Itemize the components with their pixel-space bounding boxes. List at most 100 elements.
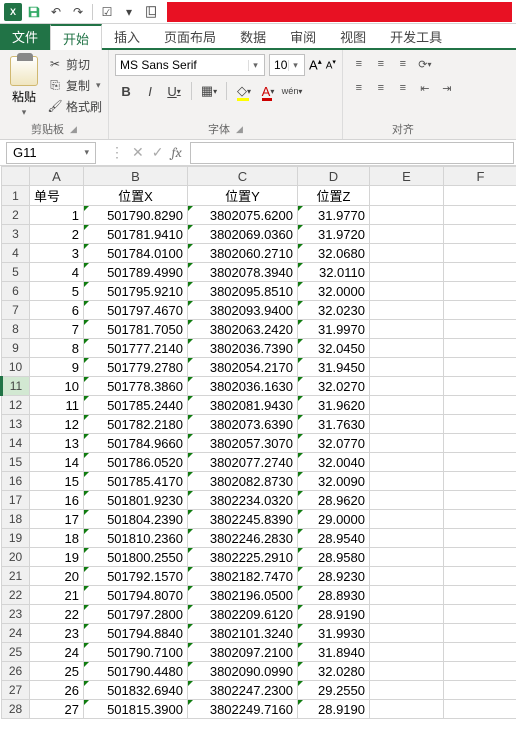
cell[interactable]: 501804.2390: [84, 510, 188, 529]
customize-qat-icon[interactable]: ▾: [119, 2, 139, 22]
cell[interactable]: 3802097.2100: [188, 643, 298, 662]
enter-icon[interactable]: ✓: [152, 144, 164, 161]
cell[interactable]: 28.8930: [298, 586, 370, 605]
row-header[interactable]: 22: [2, 586, 30, 605]
cell[interactable]: 501782.2180: [84, 415, 188, 434]
cell[interactable]: 501800.2550: [84, 548, 188, 567]
cell[interactable]: [444, 415, 516, 434]
italic-button[interactable]: I: [139, 80, 161, 102]
cell[interactable]: [444, 548, 516, 567]
paste-button[interactable]: 粘贴 ▾: [6, 54, 42, 121]
cell[interactable]: 14: [30, 453, 84, 472]
tab-layout[interactable]: 页面布局: [152, 24, 228, 48]
cell[interactable]: 3802247.2300: [188, 681, 298, 700]
cell[interactable]: 3802054.2170: [188, 358, 298, 377]
cell[interactable]: 3802225.2910: [188, 548, 298, 567]
row-header[interactable]: 17: [2, 491, 30, 510]
fill-color-button[interactable]: ◇▾: [233, 80, 255, 102]
cell[interactable]: 28.9540: [298, 529, 370, 548]
row-header[interactable]: 1: [2, 186, 30, 206]
cell[interactable]: 501797.4670: [84, 301, 188, 320]
align-center-button[interactable]: ≡: [371, 78, 391, 98]
font-size-select[interactable]: 10▾: [269, 54, 305, 76]
cell[interactable]: 31.9930: [298, 624, 370, 643]
cell[interactable]: 32.0280: [298, 662, 370, 681]
cell[interactable]: [370, 453, 444, 472]
fx-icon[interactable]: fx: [171, 144, 181, 161]
cell[interactable]: 9: [30, 358, 84, 377]
tab-review[interactable]: 审阅: [278, 24, 328, 48]
cell[interactable]: [444, 396, 516, 415]
cell[interactable]: [444, 434, 516, 453]
cell[interactable]: 29.2550: [298, 681, 370, 700]
cell[interactable]: 6: [30, 301, 84, 320]
cell[interactable]: 501785.2440: [84, 396, 188, 415]
cell[interactable]: [370, 434, 444, 453]
cell[interactable]: 501794.8070: [84, 586, 188, 605]
clipboard-dialog-launcher[interactable]: ◢: [70, 124, 77, 135]
cell[interactable]: [444, 301, 516, 320]
tab-home[interactable]: 开始: [50, 24, 102, 50]
cell[interactable]: 3802075.6200: [188, 206, 298, 225]
row-header[interactable]: 16: [2, 472, 30, 491]
align-left-button[interactable]: ≡: [349, 78, 369, 98]
cell[interactable]: 31.9970: [298, 320, 370, 339]
cell[interactable]: [444, 320, 516, 339]
cell[interactable]: 3802060.2710: [188, 244, 298, 263]
cell[interactable]: [370, 263, 444, 282]
cell[interactable]: [444, 605, 516, 624]
name-box[interactable]: G11▾: [6, 142, 96, 164]
row-header[interactable]: 4: [2, 244, 30, 263]
col-header-a[interactable]: A: [30, 167, 84, 186]
cell[interactable]: [370, 491, 444, 510]
align-middle-button[interactable]: ≡: [371, 54, 391, 74]
cell[interactable]: 1: [30, 206, 84, 225]
cell[interactable]: 501778.3860: [84, 377, 188, 396]
cell[interactable]: 3802246.2830: [188, 529, 298, 548]
cell[interactable]: 501790.8290: [84, 206, 188, 225]
row-header[interactable]: 10: [2, 358, 30, 377]
row-header[interactable]: 18: [2, 510, 30, 529]
col-header-d[interactable]: D: [298, 167, 370, 186]
cell[interactable]: 28.9190: [298, 605, 370, 624]
cell[interactable]: [444, 186, 516, 206]
format-painter-button[interactable]: 🖌格式刷: [48, 96, 102, 116]
font-name-select[interactable]: MS Sans Serif▾: [115, 54, 265, 76]
underline-button[interactable]: U▾: [163, 80, 185, 102]
cell[interactable]: 501797.2800: [84, 605, 188, 624]
row-header[interactable]: 11: [2, 377, 30, 396]
cell[interactable]: 501815.3900: [84, 700, 188, 719]
cell[interactable]: 17: [30, 510, 84, 529]
cell[interactable]: 501794.8840: [84, 624, 188, 643]
row-header[interactable]: 21: [2, 567, 30, 586]
cell[interactable]: [370, 605, 444, 624]
cell[interactable]: 10: [30, 377, 84, 396]
cell[interactable]: 22: [30, 605, 84, 624]
cell[interactable]: 8: [30, 339, 84, 358]
cell[interactable]: 3: [30, 244, 84, 263]
cell[interactable]: 3802196.0500: [188, 586, 298, 605]
cell[interactable]: 7: [30, 320, 84, 339]
cell[interactable]: 3802101.3240: [188, 624, 298, 643]
cell[interactable]: 3802078.3940: [188, 263, 298, 282]
cell[interactable]: 32.0110: [298, 263, 370, 282]
cell[interactable]: 32.0270: [298, 377, 370, 396]
cell[interactable]: 31.7630: [298, 415, 370, 434]
cell[interactable]: [370, 700, 444, 719]
cell[interactable]: [444, 358, 516, 377]
cell[interactable]: 501789.4990: [84, 263, 188, 282]
cell[interactable]: [444, 472, 516, 491]
tab-insert[interactable]: 插入: [102, 24, 152, 48]
row-header[interactable]: 14: [2, 434, 30, 453]
cell[interactable]: 32.0090: [298, 472, 370, 491]
cell[interactable]: 位置Y: [188, 186, 298, 206]
cell[interactable]: [444, 206, 516, 225]
cell[interactable]: 31.9450: [298, 358, 370, 377]
quick-print-icon[interactable]: [141, 2, 161, 22]
cell[interactable]: 28.9190: [298, 700, 370, 719]
cell[interactable]: 501779.2780: [84, 358, 188, 377]
undo-icon[interactable]: ↶: [46, 2, 66, 22]
cell[interactable]: 501832.6940: [84, 681, 188, 700]
cell[interactable]: 23: [30, 624, 84, 643]
cell[interactable]: 501781.9410: [84, 225, 188, 244]
